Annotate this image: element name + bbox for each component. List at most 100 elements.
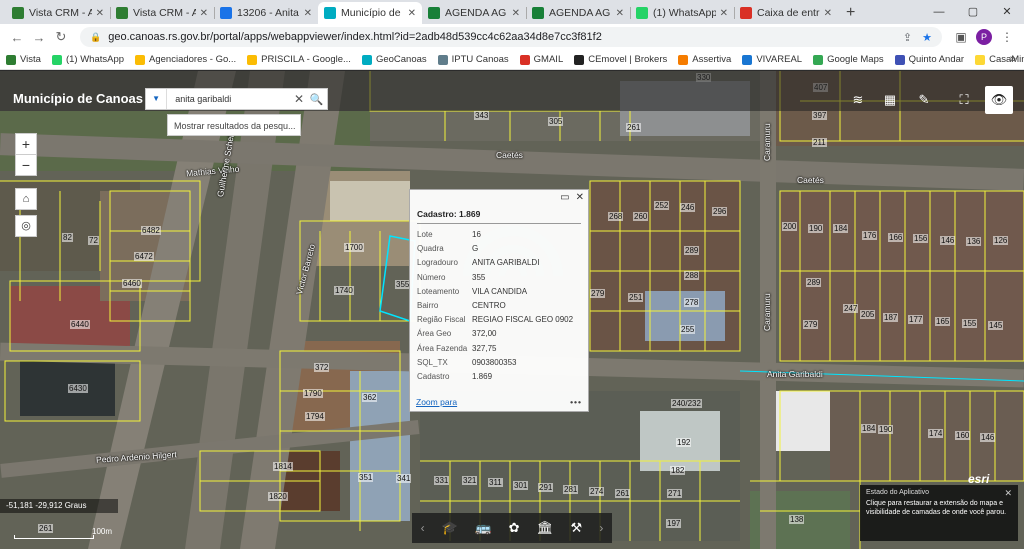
- browser-tab[interactable]: AGENDA AG V PR ✕: [422, 2, 526, 24]
- zoom-to-link[interactable]: Zoom para: [416, 397, 457, 407]
- parcel-number-label: 1814: [273, 462, 293, 471]
- bus-icon[interactable]: 🚌: [475, 520, 491, 536]
- bookmark-item[interactable]: CEmovel | Brokers: [574, 54, 667, 65]
- browser-tab[interactable]: (1) WhatsApp ✕: [630, 2, 734, 24]
- chevron-left-icon[interactable]: ‹: [421, 521, 425, 535]
- bookmark-label[interactable]: GeoCanoas: [376, 54, 427, 65]
- tab-close-icon[interactable]: ✕: [720, 8, 728, 19]
- browser-tab[interactable]: 13206 - Anita Ga ✕: [214, 2, 318, 24]
- browser-tab[interactable]: Vista CRM - AGO ✕: [6, 2, 110, 24]
- sidepanel-icon[interactable]: ▣: [950, 30, 972, 44]
- bookmark-label[interactable]: Vista: [20, 54, 41, 65]
- new-tab-button[interactable]: +: [838, 2, 863, 24]
- browser-tab[interactable]: AGENDA AG V PR ✕: [526, 2, 630, 24]
- lock-icon[interactable]: 🔒: [90, 32, 101, 43]
- popup-field-row: Área Fazenda 327,75: [410, 342, 588, 356]
- tab-title[interactable]: Caixa de entrada: [757, 7, 820, 19]
- maximize-button[interactable]: ▢: [956, 0, 990, 24]
- tab-title[interactable]: (1) WhatsApp: [653, 7, 716, 19]
- bookmark-label[interactable]: IPTU Canoas: [452, 54, 509, 65]
- popup-menu-button[interactable]: •••: [570, 397, 582, 407]
- tab-close-icon[interactable]: ✕: [96, 8, 104, 19]
- basemap-gallery-icon[interactable]: ▦: [877, 87, 903, 113]
- map-view[interactable]: Mathias Velho Guilherme Schell Caetés Ca…: [0, 71, 1024, 549]
- reload-icon[interactable]: ↻: [50, 29, 72, 45]
- menu-icon[interactable]: ⋮: [996, 30, 1018, 44]
- bookmark-label[interactable]: CasaMineira: [989, 54, 1024, 65]
- bookmark-label[interactable]: Quinto Andar: [909, 54, 964, 65]
- bookmark-item[interactable]: PRISCILA - Google...: [247, 54, 351, 65]
- education-icon[interactable]: 🎓: [442, 520, 458, 536]
- search-input[interactable]: [167, 94, 293, 104]
- bookmark-star-icon[interactable]: ★: [922, 31, 932, 44]
- health-icon[interactable]: ✿: [509, 520, 520, 536]
- bookmark-label[interactable]: Agenciadores - Go...: [149, 54, 236, 65]
- forward-icon[interactable]: →: [28, 30, 50, 45]
- bookmark-item[interactable]: Vista: [6, 54, 41, 65]
- bookmark-item[interactable]: GMAIL: [519, 54, 564, 65]
- browser-tab[interactable]: Município de Can ✕: [318, 2, 422, 24]
- tab-close-icon[interactable]: ✕: [304, 8, 312, 19]
- bookmark-label[interactable]: VIVAREAL: [756, 54, 802, 65]
- bookmark-item[interactable]: CasaMineira: [975, 54, 1024, 65]
- layers-icon[interactable]: ≋: [845, 87, 871, 113]
- tab-close-icon[interactable]: ✕: [824, 8, 832, 19]
- bookmark-label[interactable]: (1) WhatsApp: [66, 54, 124, 65]
- bookmark-item[interactable]: (1) WhatsApp: [51, 54, 124, 65]
- tab-close-icon[interactable]: ✕: [200, 8, 208, 19]
- search-source-dropdown[interactable]: ▼: [146, 89, 168, 109]
- search-suggestion[interactable]: Mostrar resultados da pesqu...: [167, 114, 301, 136]
- bookmark-label[interactable]: PRISCILA - Google...: [261, 54, 351, 65]
- bookmark-label[interactable]: GMAIL: [534, 54, 564, 65]
- search-icon[interactable]: 🔍: [306, 93, 327, 106]
- url-text[interactable]: geo.canoas.rs.gov.br/portal/apps/webappv…: [108, 31, 893, 43]
- bookmark-item[interactable]: IPTU Canoas: [437, 54, 509, 65]
- tab-title[interactable]: 13206 - Anita Ga: [237, 7, 300, 19]
- zoom-in-button[interactable]: +: [15, 133, 37, 155]
- popup-field-row: Quadra G: [410, 242, 588, 256]
- profile-avatar[interactable]: P: [976, 29, 992, 45]
- fullscreen-icon[interactable]: ⛶: [951, 87, 977, 113]
- browser-tab[interactable]: Vista CRM - AGO ✕: [110, 2, 214, 24]
- app-state-panel[interactable]: Estado do Aplicativo Clique para restaur…: [860, 485, 1018, 541]
- locate-icon[interactable]: ◎: [15, 215, 37, 237]
- tab-close-icon[interactable]: ✕: [408, 8, 416, 19]
- home-icon[interactable]: ⌂: [15, 188, 37, 210]
- close-popup-icon[interactable]: ✕: [576, 192, 584, 203]
- parcel-number-label: 146: [980, 433, 996, 442]
- maximize-popup-icon[interactable]: ▭: [560, 192, 569, 203]
- bookmark-item[interactable]: Agenciadores - Go...: [135, 54, 236, 65]
- browser-tab[interactable]: Caixa de entrada ✕: [734, 2, 838, 24]
- bookmark-item[interactable]: GeoCanoas: [361, 54, 427, 65]
- bookmark-item[interactable]: Quinto Andar: [894, 54, 964, 65]
- tab-close-icon[interactable]: ✕: [616, 8, 624, 19]
- tab-title[interactable]: Município de Can: [341, 7, 404, 19]
- tools-icon[interactable]: ⚒: [571, 520, 583, 536]
- clear-search-icon[interactable]: ✕: [292, 92, 306, 106]
- bookmark-item[interactable]: Assertiva: [678, 54, 731, 65]
- close-state-icon[interactable]: ✕: [1004, 488, 1012, 499]
- bookmark-item[interactable]: Google Maps: [813, 54, 884, 65]
- share-icon[interactable]: ⇪: [903, 31, 912, 44]
- zoom-out-button[interactable]: −: [15, 154, 37, 176]
- parcel-number-label: 351: [358, 473, 374, 482]
- bookmark-label[interactable]: Assertiva: [692, 54, 731, 65]
- tab-title[interactable]: AGENDA AG V PR: [549, 7, 612, 19]
- minimize-button[interactable]: —: [922, 0, 956, 24]
- address-bar[interactable]: 🔒 geo.canoas.rs.gov.br/portal/apps/webap…: [80, 27, 942, 47]
- close-window-button[interactable]: ✕: [990, 0, 1024, 24]
- app-state-text[interactable]: Clique para restaurar a extensão do mapa…: [866, 499, 1012, 517]
- tab-title[interactable]: Vista CRM - AGO: [133, 7, 196, 19]
- tab-title[interactable]: AGENDA AG V PR: [445, 7, 508, 19]
- draw-icon[interactable]: ✎: [911, 87, 937, 113]
- back-icon[interactable]: ←: [6, 30, 28, 45]
- tab-close-icon[interactable]: ✕: [512, 8, 520, 19]
- bookmark-item[interactable]: VIVAREAL: [742, 54, 802, 65]
- bookmarks-overflow[interactable]: »: [1010, 53, 1016, 65]
- institution-icon[interactable]: 🏛: [537, 520, 554, 536]
- chevron-right-icon[interactable]: ›: [599, 521, 603, 535]
- bookmark-label[interactable]: CEmovel | Brokers: [588, 54, 667, 65]
- tab-title[interactable]: Vista CRM - AGO: [29, 7, 92, 19]
- eye-icon[interactable]: 👁: [985, 86, 1013, 114]
- bookmark-label[interactable]: Google Maps: [827, 54, 884, 65]
